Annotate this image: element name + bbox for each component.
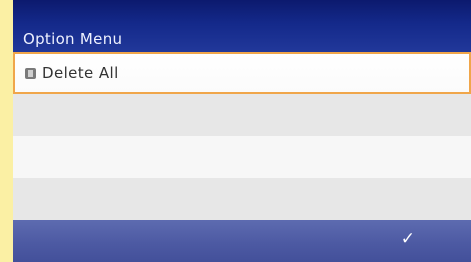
device-frame: Option Menu Delete All ✓: [0, 0, 471, 262]
menu-item-label: Delete All: [42, 64, 119, 82]
bottom-toolbar: ✓: [13, 220, 471, 262]
trash-icon: [25, 68, 36, 79]
checkmark-icon: ✓: [400, 229, 415, 249]
option-menu-screen: Option Menu Delete All ✓: [13, 0, 471, 262]
page-title: Option Menu: [23, 30, 123, 48]
confirm-button[interactable]: ✓: [341, 220, 471, 262]
menu-item-delete-all[interactable]: Delete All: [13, 52, 471, 94]
empty-list-row: [13, 178, 471, 220]
title-bar: Option Menu: [13, 0, 471, 52]
option-list: Delete All: [13, 52, 471, 220]
empty-list-row: [13, 136, 471, 178]
empty-list-row: [13, 94, 471, 136]
